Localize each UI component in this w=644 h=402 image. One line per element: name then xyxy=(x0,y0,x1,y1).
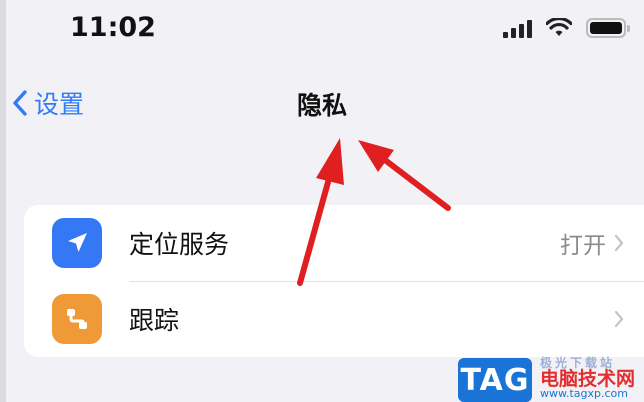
tracking-icon xyxy=(52,294,102,344)
watermark-url: www.tagxp.com xyxy=(540,387,628,400)
arrow-diagonal-icon xyxy=(358,140,451,211)
row-label: 跟踪 xyxy=(129,306,180,335)
chevron-right-icon xyxy=(614,234,624,252)
status-time: 11:02 xyxy=(70,12,156,43)
cellular-signal-icon xyxy=(503,18,532,38)
watermark: TAG 极光下载站 电脑技术网 www.tagxp.com xyxy=(458,355,644,402)
left-edge-strip xyxy=(0,0,6,402)
settings-row-tracking[interactable]: 跟踪 xyxy=(24,281,644,357)
privacy-settings-card: 定位服务 打开 跟踪 xyxy=(24,205,644,357)
status-icons xyxy=(503,18,630,38)
watermark-badge: TAG xyxy=(458,358,532,402)
row-label: 定位服务 xyxy=(129,230,230,259)
page-title: 隐私 xyxy=(296,91,347,120)
wifi-icon xyxy=(546,18,572,36)
battery-icon xyxy=(586,18,630,38)
chevron-right-icon xyxy=(614,310,624,328)
row-value: 打开 xyxy=(560,233,606,259)
settings-row-location-services[interactable]: 定位服务 打开 xyxy=(24,205,644,281)
location-arrow-icon xyxy=(52,218,102,268)
